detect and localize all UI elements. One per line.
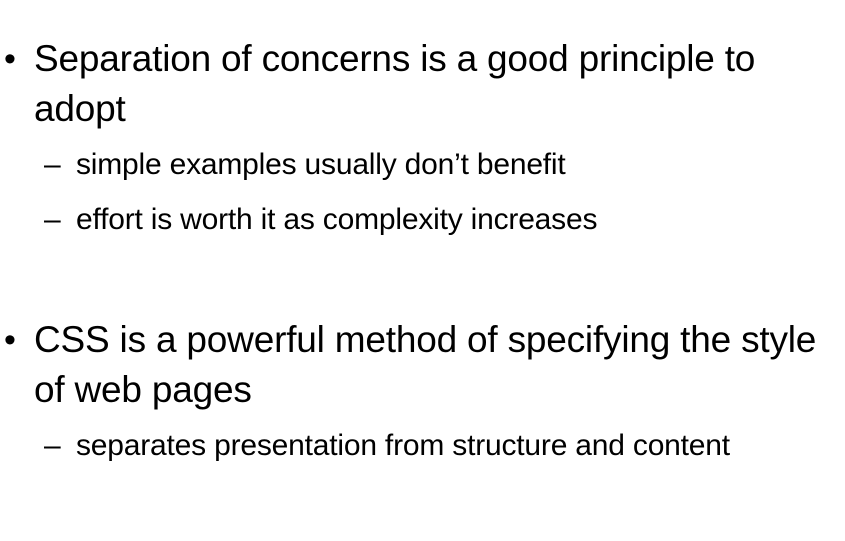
dash-icon: – (44, 203, 61, 236)
bullet-point-2: • CSS is a powerful method of specifying… (0, 315, 845, 415)
sub-point-1-1: – simple examples usually don’t benefit (0, 142, 845, 188)
sub-point-text: simple examples usually don’t benefit (76, 148, 566, 181)
bullet-point-1: • Separation of concerns is a good princ… (0, 34, 845, 134)
dash-icon: – (44, 148, 61, 181)
dash-icon: – (44, 429, 61, 462)
bullet-icon: • (4, 321, 16, 359)
sub-point-2-1: – separates presentation from structure … (0, 423, 845, 515)
bullet-text: Separation of concerns is a good princip… (34, 38, 756, 129)
sub-point-text: separates presentation from structure an… (76, 429, 730, 462)
slide: • Separation of concerns is a good princ… (0, 0, 845, 541)
bullet-text: CSS is a powerful method of specifying t… (34, 319, 817, 410)
sub-point-1-2: – effort is worth it as complexity incre… (0, 197, 845, 243)
sub-point-text: effort is worth it as complexity increas… (76, 203, 598, 236)
bullet-icon: • (4, 40, 16, 78)
